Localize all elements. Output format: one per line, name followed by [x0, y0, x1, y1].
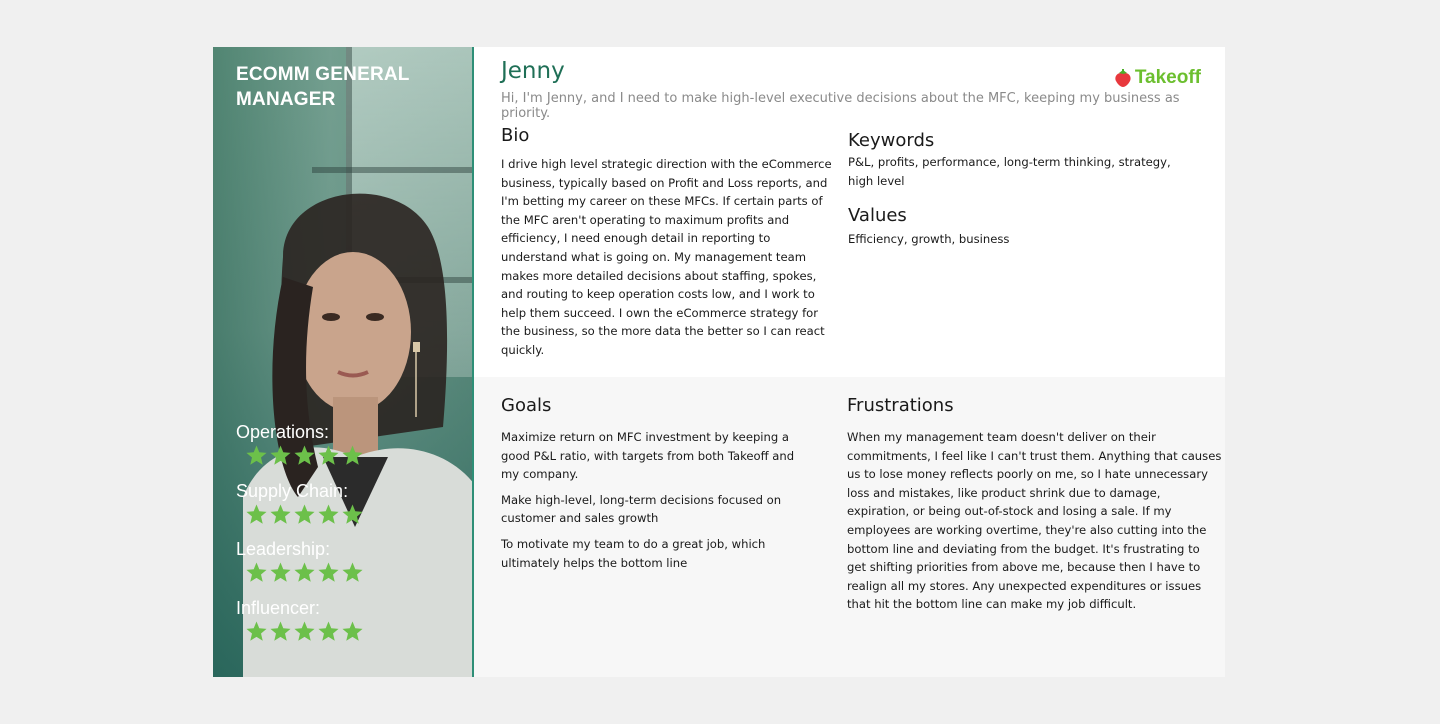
- goal-item: Make high-level, long-term decisions foc…: [501, 492, 782, 526]
- star-icon: [342, 621, 363, 641]
- star-icon: [294, 445, 315, 465]
- skill-rating: Influencer:: [236, 598, 456, 657]
- goal-item: Maximize return on MFC investment by kee…: [501, 430, 795, 482]
- star-icon: [294, 562, 315, 582]
- star-icon: [342, 445, 363, 465]
- skill-label: Leadership:: [236, 539, 331, 560]
- values-text: Efficiency, growth, business: [848, 232, 1010, 246]
- persona-role-title: ECOMM GENERAL MANAGER: [236, 64, 410, 110]
- skill-rating: Supply Chain:: [236, 481, 456, 540]
- star-icon: [246, 621, 267, 641]
- goals-frustrations-section: Goals Maximize return on MFC investment …: [474, 377, 1225, 677]
- persona-name: Jenny: [501, 58, 565, 84]
- star-icon: [342, 504, 363, 524]
- goals-heading: Goals: [501, 395, 552, 416]
- skill-label: Influencer:: [236, 597, 321, 618]
- star-icon: [246, 562, 267, 582]
- star-rating: [245, 444, 456, 468]
- persona-overview-section: Jenny Hi, I'm Jenny, and I need to make …: [474, 47, 1225, 377]
- star-icon: [318, 621, 339, 641]
- skill-rating: Leadership:: [236, 539, 456, 598]
- bio-heading: Bio: [501, 125, 530, 146]
- bio-text: I drive high level strategic direction w…: [501, 157, 832, 357]
- persona-intro: Hi, I'm Jenny, and I need to make high-l…: [501, 91, 1180, 121]
- star-icon: [246, 504, 267, 524]
- goals-list: Maximize return on MFC investment by kee…: [501, 428, 806, 579]
- skill-ratings: Operations: Supply Chain: Leadership: Influ…: [236, 422, 456, 656]
- keywords-text: P&L, profits, performance, long-term thi…: [848, 155, 1171, 188]
- logo-text: Takeoff: [1134, 67, 1201, 88]
- persona-card: ECOMM GENERAL MANAGER Operations: Supply …: [213, 47, 1225, 677]
- star-icon: [270, 621, 291, 641]
- values-heading: Values: [848, 205, 907, 226]
- frustrations-heading: Frustrations: [847, 395, 954, 416]
- star-icon: [342, 562, 363, 582]
- strawberry-icon: [1115, 69, 1131, 87]
- star-rating: [245, 503, 456, 527]
- frustrations-text: When my management team doesn't deliver …: [847, 430, 1222, 612]
- skill-label: Supply Chain:: [236, 480, 349, 501]
- persona-photo-panel: ECOMM GENERAL MANAGER Operations: Supply …: [213, 47, 474, 677]
- star-icon: [270, 504, 291, 524]
- star-icon: [294, 621, 315, 641]
- goal-item: To motivate my team to do a great job, w…: [501, 536, 766, 570]
- star-rating: [245, 561, 456, 585]
- skill-rating: Operations:: [236, 422, 456, 481]
- takeoff-logo: Takeoff: [1114, 67, 1201, 89]
- skill-label: Operations:: [236, 422, 330, 442]
- star-icon: [318, 562, 339, 582]
- star-rating: [245, 620, 456, 644]
- keywords-heading: Keywords: [848, 130, 935, 151]
- star-icon: [318, 504, 339, 524]
- star-icon: [318, 445, 339, 465]
- star-icon: [246, 445, 267, 465]
- star-icon: [270, 445, 291, 465]
- star-icon: [270, 562, 291, 582]
- star-icon: [294, 504, 315, 524]
